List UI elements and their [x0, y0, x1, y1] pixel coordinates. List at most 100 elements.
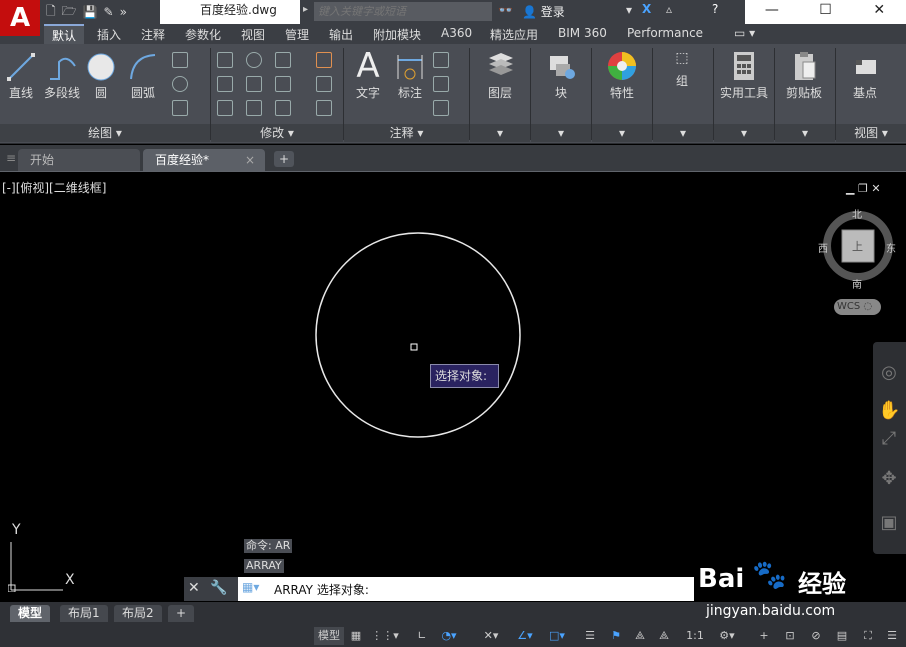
open-folder-icon[interactable]: 🗁 [62, 2, 77, 23]
save-icon[interactable]: 💾 [83, 5, 98, 19]
ribbon-options-icon[interactable]: ▭ ▾ [734, 26, 755, 40]
tab-output[interactable]: 输出 [329, 26, 353, 43]
modify-panel-title[interactable]: 修改 ▾ [211, 124, 343, 142]
autocad-logo-button[interactable]: A [0, 0, 40, 36]
polar-icon[interactable]: ◔▾ [436, 627, 462, 645]
utilities-tool[interactable]: 实用工具 [716, 50, 772, 101]
isodraft-icon[interactable]: ✕▾ [476, 627, 506, 645]
block-tool[interactable]: 块 [536, 50, 586, 101]
group-panel-dropdown[interactable]: ▾ [653, 124, 713, 142]
workspace-gear-icon[interactable]: ⚙▾ [712, 627, 742, 645]
clean-screen-icon[interactable]: ⛶ [858, 627, 878, 645]
more-icon[interactable]: » [120, 5, 127, 19]
compass-north[interactable]: 北 [852, 206, 862, 221]
compass-south[interactable]: 南 [852, 276, 862, 291]
tab-layout2[interactable]: 布局2 [114, 605, 162, 622]
snap-icon[interactable]: ⋮⋮▾ [370, 627, 400, 645]
copy-icon[interactable] [217, 76, 233, 92]
scale-icon[interactable] [246, 100, 262, 116]
layers-panel-dropdown[interactable]: ▾ [470, 124, 530, 142]
tab-parametric[interactable]: 参数化 [185, 26, 221, 43]
array-command-icon[interactable]: ▦▾ [242, 580, 259, 594]
trim-icon[interactable] [275, 52, 291, 68]
drawn-circle[interactable] [315, 232, 521, 438]
fillet-icon[interactable] [275, 76, 291, 92]
tab-model[interactable]: 模型 [10, 605, 51, 622]
viewcube[interactable]: 北 南 东 西 上 [818, 206, 898, 291]
command-input[interactable]: ARRAY 选择对象: [274, 581, 369, 598]
properties-panel-dropdown[interactable]: ▾ [592, 124, 652, 142]
minimize-button[interactable]: — [745, 0, 799, 24]
showmotion-icon[interactable]: ▣ [878, 512, 900, 534]
dropdown-icon[interactable]: ▾ [626, 3, 632, 17]
ortho-icon[interactable]: ∟ [412, 627, 432, 645]
tab-view[interactable]: 视图 [241, 26, 265, 43]
tab-document[interactable]: 百度经验* × [143, 149, 265, 171]
close-button[interactable]: ✕ [852, 0, 906, 24]
binoculars-icon[interactable]: 👓 [498, 3, 513, 17]
region-icon[interactable] [172, 100, 188, 116]
tab-bim360[interactable]: BIM 360 [558, 26, 607, 40]
utilities-panel-dropdown[interactable]: ▾ [714, 124, 774, 142]
stretch-icon[interactable] [217, 100, 233, 116]
add-layout-button[interactable]: + [168, 605, 195, 622]
help-icon[interactable]: ? [712, 2, 718, 16]
leader-icon[interactable] [433, 76, 449, 92]
table-icon[interactable] [433, 100, 449, 116]
block-panel-dropdown[interactable]: ▾ [531, 124, 591, 142]
new-file-icon[interactable]: 🗋 [46, 2, 56, 23]
steering-wheel-icon[interactable]: ◎ [878, 362, 900, 384]
tab-insert[interactable]: 插入 [97, 26, 121, 43]
offset-icon[interactable] [316, 100, 332, 116]
osnap-track-icon[interactable]: ∠▾ [512, 627, 538, 645]
tab-a360[interactable]: A360 [441, 26, 472, 40]
lineweight-icon[interactable]: ☰ [580, 627, 600, 645]
search-expand-icon[interactable]: ▸ [303, 4, 308, 15]
explode-icon[interactable] [316, 76, 332, 92]
connect-icon[interactable]: ▵ [666, 2, 672, 16]
properties-tool[interactable]: 特性 [597, 50, 647, 101]
polyline-tool[interactable]: 多段线 [42, 52, 82, 101]
tab-list-icon[interactable]: ≡ [6, 151, 16, 165]
annotation-visibility-icon[interactable]: ⚑ [606, 627, 626, 645]
rotate-icon[interactable] [246, 52, 262, 68]
units-icon[interactable]: ⊡ [780, 627, 800, 645]
viewcube-top-face[interactable]: 上 [852, 238, 863, 254]
clipboard-tool[interactable]: 剪贴板 [778, 50, 830, 101]
move-icon[interactable] [217, 52, 233, 68]
pan-hand-icon[interactable]: ✋ [878, 400, 900, 422]
dimension-tool[interactable]: 标注 [392, 52, 428, 101]
drawing-canvas[interactable]: [-][俯视][二维线框] ▁ ❐ ✕ 选择对象: 北 南 东 西 上 WCS … [0, 172, 906, 602]
circle-tool[interactable]: 圆 [86, 52, 116, 101]
customize-wrench-icon[interactable]: 🔧 [210, 580, 227, 596]
line-tool[interactable]: 直线 [4, 52, 38, 101]
annotation-scale-icon[interactable]: ⟁ [654, 627, 674, 645]
isolate-icon[interactable]: ⊘ [806, 627, 826, 645]
login-button[interactable]: 👤 登录 [522, 3, 565, 20]
autoscale-icon[interactable]: ⟁ [630, 627, 650, 645]
draw-panel-title[interactable]: 绘图 ▾ [0, 124, 210, 142]
tab-manage[interactable]: 管理 [285, 26, 309, 43]
tab-addins[interactable]: 附加模块 [373, 26, 421, 43]
text-tool[interactable]: A 文字 [350, 48, 386, 101]
search-input[interactable] [314, 2, 492, 21]
command-line[interactable]: ✕ 🔧 ▦▾ ARRAY 选择对象: [184, 577, 694, 601]
tab-featured-apps[interactable]: 精选应用 [490, 26, 538, 43]
zoom-icon[interactable]: ⤢ [878, 428, 900, 450]
compass-east[interactable]: 东 [886, 240, 896, 255]
view-panel-title[interactable]: 视图 ▾ [836, 124, 906, 142]
erase-icon[interactable] [316, 52, 332, 68]
close-cmdline-icon[interactable]: ✕ [188, 580, 200, 596]
maximize-button[interactable]: ☐ [799, 0, 853, 24]
tab-performance[interactable]: Performance [627, 26, 703, 40]
annotate-panel-title[interactable]: 注释 ▾ [344, 124, 469, 142]
orbit-icon[interactable]: ✥ [878, 468, 900, 490]
compass-west[interactable]: 西 [818, 240, 828, 255]
clipboard-panel-dropdown[interactable]: ▾ [775, 124, 835, 142]
basepoint-tool[interactable]: 基点 [842, 52, 888, 101]
tab-annotate[interactable]: 注释 [141, 26, 165, 43]
linear-dim-icon[interactable] [433, 52, 449, 68]
array-icon[interactable] [275, 100, 291, 116]
hardware-accel-icon[interactable]: ▤ [832, 627, 852, 645]
wcs-menu[interactable]: WCS ◌ [834, 299, 881, 315]
